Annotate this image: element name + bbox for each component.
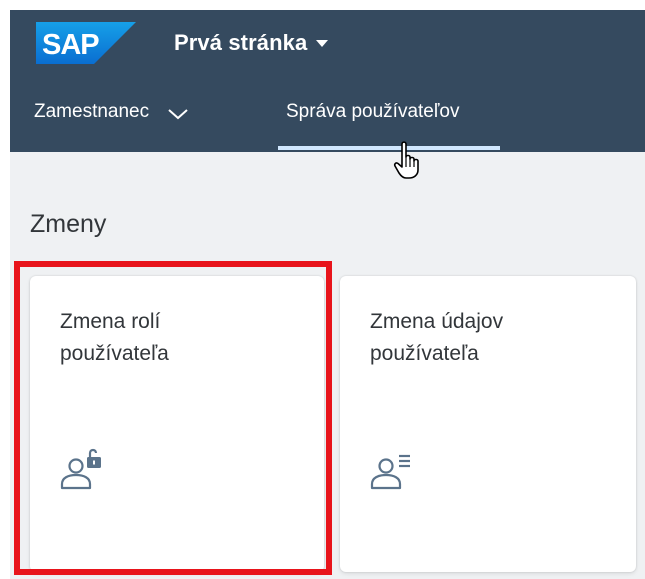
- tile-zmena-roli-pouzivatela[interactable]: Zmena rolí používateľa: [30, 276, 324, 572]
- selected-tab-indicator: [278, 146, 500, 150]
- tile-title-line: Zmena údajov: [370, 310, 504, 333]
- tile-title-line: používateľa: [60, 342, 169, 365]
- tab-zamestnanec[interactable]: Zamestnanec: [34, 72, 189, 152]
- tab-sprava-pouzivatelov-label: Správa používateľov: [286, 101, 460, 122]
- tab-sprava-pouzivatelov[interactable]: Správa používateľov: [286, 72, 459, 152]
- tile-title: Zmena údajov používateľa: [370, 306, 610, 370]
- tile-zmena-udajov-pouzivatela[interactable]: Zmena údajov používateľa: [340, 276, 636, 572]
- caret-down-icon: [315, 36, 329, 50]
- shell-bar: SAP Prvá stránka: [10, 10, 645, 72]
- chevron-down-icon: [167, 105, 189, 120]
- user-lock-icon: [60, 446, 110, 490]
- tile-title: Zmena rolí používateľa: [60, 306, 300, 370]
- tile-title-line: používateľa: [370, 342, 479, 365]
- navigation-bar: Zamestnanec Správa používateľov: [10, 72, 645, 152]
- tab-zamestnanec-label: Zamestnanec: [34, 101, 150, 122]
- shell-title-menu[interactable]: Prvá stránka: [174, 28, 329, 58]
- launchpad-frame: SAP Prvá stránka Zamestnanec Správa použ…: [10, 10, 645, 579]
- hand-cursor-icon: [393, 140, 423, 180]
- tile-title-line: Zmena rolí: [60, 310, 161, 333]
- shell-title: Prvá stránka: [174, 30, 308, 55]
- section-title: Zmeny: [30, 210, 107, 238]
- sap-logo-text: SAP: [42, 29, 99, 61]
- sap-logo[interactable]: SAP: [36, 22, 136, 64]
- user-list-icon: [370, 446, 420, 490]
